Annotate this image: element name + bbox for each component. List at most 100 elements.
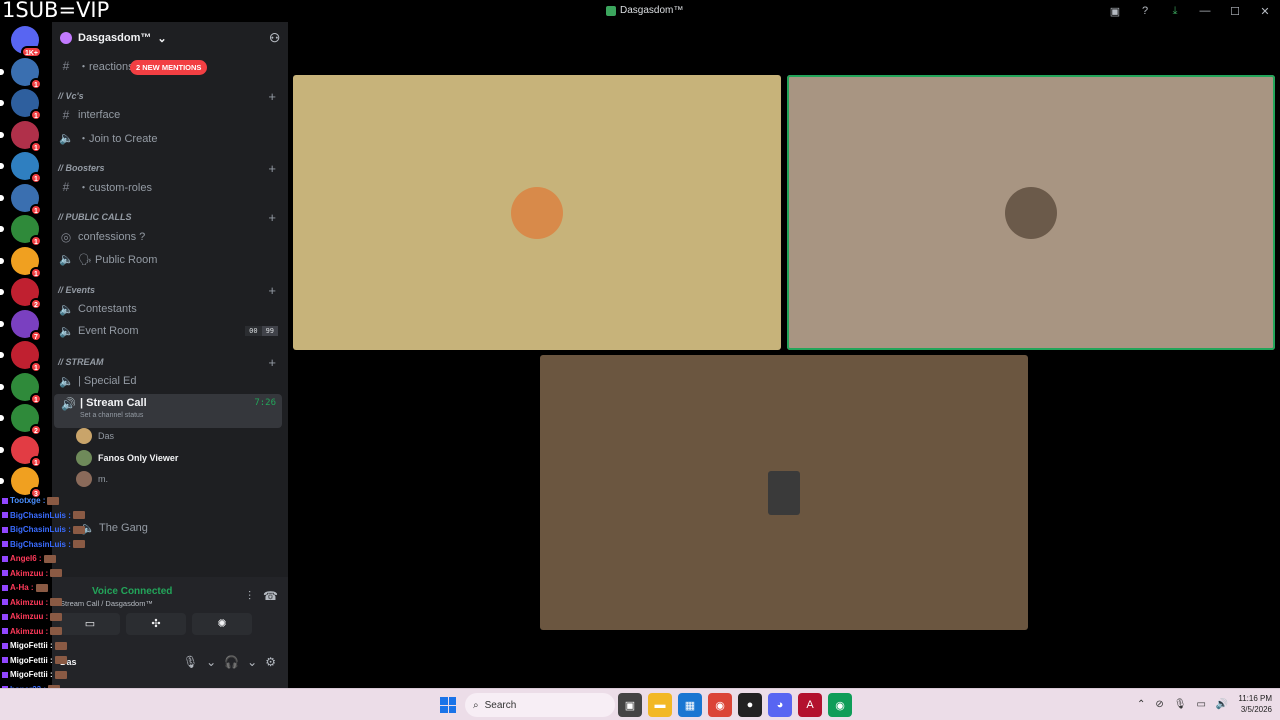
server-server-avatar[interactable]: 1: [0, 120, 42, 153]
user-controls: 🎙 ⌄ 🎧 ⌄ ⚙: [183, 655, 276, 669]
add-channel-icon[interactable]: +: [268, 89, 276, 104]
voice-user[interactable]: m.: [76, 469, 108, 489]
add-channel-icon[interactable]: +: [268, 355, 276, 370]
category-vcs[interactable]: // Vc's +: [58, 89, 284, 104]
channel-event-room[interactable]: 🔈 Event Room 00 99: [52, 322, 284, 340]
channel-interface[interactable]: # interface: [52, 106, 284, 124]
channel-contestants[interactable]: 🔈 Contestants: [52, 300, 284, 318]
channel-label: | Special Ed: [78, 375, 137, 387]
disconnect-icon[interactable]: ☎: [263, 589, 278, 604]
stage-icon: ◎: [60, 230, 72, 244]
start-button[interactable]: [440, 697, 456, 713]
add-member-icon[interactable]: ⚇: [269, 31, 280, 45]
maximize-button[interactable]: ☐: [1220, 5, 1250, 18]
unread-pill: [0, 289, 4, 295]
channel-label: confessions ?: [78, 231, 146, 243]
channel-public-room[interactable]: 🔈 🗣 Public Room: [52, 250, 284, 268]
channel-stream-call[interactable]: 🔊 | Stream Call Set a channel status 7:2…: [54, 394, 282, 428]
minimize-button[interactable]: —: [1190, 5, 1220, 17]
activities-button[interactable]: ✣: [126, 613, 186, 635]
clock[interactable]: 11:16 PM 3/5/2026: [1238, 693, 1272, 715]
channel-join-to-create[interactable]: 🔈 ・Join to Create: [52, 129, 284, 147]
obs-icon[interactable]: ●: [738, 693, 762, 717]
server-server-avatar[interactable]: 2: [0, 404, 42, 436]
task-view-icon[interactable]: ▣: [618, 693, 642, 717]
speaker-icon: 🔈: [59, 324, 74, 338]
mention-badge: 1: [30, 361, 42, 373]
vpn-icon[interactable]: ⊘: [1155, 699, 1163, 710]
channel-special-ed[interactable]: 🔈 | Special Ed: [52, 372, 284, 390]
server-server-avatar[interactable]: 1: [0, 246, 42, 279]
video-tile-1[interactable]: [293, 75, 781, 350]
unread-pill: [0, 194, 4, 201]
category-events[interactable]: // Events +: [58, 283, 284, 298]
server-server-avatar[interactable]: 2: [0, 278, 42, 310]
close-button[interactable]: ✕: [1250, 5, 1280, 18]
channel-custom-roles[interactable]: # ・custom-roles: [52, 178, 284, 196]
guild-header[interactable]: Dasgasdom™ ⌄ ⚇: [52, 22, 288, 54]
microphone-icon[interactable]: 🎙: [1174, 699, 1187, 710]
chat-username: Akimzuu :: [10, 568, 49, 578]
server-server-avatar[interactable]: 1: [0, 89, 42, 121]
noise-suppression-icon[interactable]: ⫶: [248, 589, 251, 604]
headphones-icon[interactable]: 🎧: [224, 655, 239, 669]
unread-pill: [0, 131, 4, 138]
server-server-avatar[interactable]: 1: [0, 152, 42, 184]
chevron-down-icon[interactable]: ⌄: [206, 655, 216, 669]
network-icon[interactable]: ▭: [1196, 699, 1205, 710]
search-icon: ⌕: [473, 699, 479, 711]
server-server-avatar[interactable]: 1: [0, 341, 42, 373]
server-server-avatar[interactable]: 7: [0, 309, 42, 342]
voice-user[interactable]: Fanos Only Viewer: [76, 448, 178, 468]
channel-label: Event Room: [78, 325, 139, 337]
video-tile-3[interactable]: [540, 355, 1028, 630]
help-icon[interactable]: ?: [1130, 5, 1160, 17]
store-icon[interactable]: ▦: [678, 693, 702, 717]
server-server-avatar[interactable]: 3: [0, 467, 42, 499]
inbox-icon[interactable]: ▣: [1100, 5, 1130, 18]
server-server-avatar[interactable]: 1: [0, 57, 42, 90]
file-explorer-icon[interactable]: ▬: [648, 693, 672, 717]
video-tile-2[interactable]: [787, 75, 1275, 350]
adobe-icon[interactable]: A: [798, 693, 822, 717]
user-limit-counter: 00 99: [245, 326, 278, 336]
speaker-icon: 🔈: [59, 131, 74, 145]
chat-message: Angel6 :: [2, 554, 56, 563]
discord-icon[interactable]: ◕: [768, 693, 792, 717]
chat-message: Akimzuu :: [2, 627, 63, 636]
volume-icon[interactable]: 🔊: [1216, 699, 1228, 710]
new-mentions-pill[interactable]: 2 NEW MENTIONS: [130, 60, 208, 75]
gear-icon[interactable]: ⚙: [265, 655, 276, 669]
add-channel-icon[interactable]: +: [268, 161, 276, 176]
chrome-icon[interactable]: ◉: [708, 693, 732, 717]
badge-icon: [2, 671, 8, 678]
chat-message: MigoFettii :: [2, 670, 67, 679]
server-server-avatar[interactable]: 1: [0, 183, 42, 216]
chat-username: MigoFettii :: [10, 670, 53, 679]
taskbar-search[interactable]: ⌕ Search: [465, 693, 615, 717]
taskbar: ⌕ Search ▣ ▬ ▦ ◉ ● ◕ A ◉ ⌃ ⊘ 🎙 ▭ 🔊 11:16…: [0, 688, 1280, 720]
chevron-down-icon[interactable]: ⌄: [247, 655, 257, 669]
unread-pill: [0, 257, 4, 264]
category-stream[interactable]: // STREAM +: [58, 355, 284, 370]
server-server-avatar[interactable]: 1: [0, 435, 42, 468]
server-discord-icon[interactable]: 1K+: [11, 26, 42, 58]
microphone-icon[interactable]: 🎙: [183, 655, 198, 669]
category-boosters[interactable]: // Boosters +: [58, 161, 284, 176]
server-server-avatar[interactable]: 1: [0, 215, 42, 247]
server-server-avatar[interactable]: 1: [0, 372, 42, 405]
channel-status[interactable]: Set a channel status: [80, 412, 143, 419]
chat-message: BigChasinLuis :: [2, 525, 85, 534]
chrome-icon[interactable]: ◉: [828, 693, 852, 717]
chat-username: BigChasinLuis :: [10, 525, 71, 534]
download-icon[interactable]: ⤓: [1160, 5, 1190, 18]
soundboard-button[interactable]: ✺: [192, 613, 252, 635]
category-public-calls[interactable]: // PUBLIC CALLS +: [58, 210, 284, 225]
voice-user[interactable]: Das: [76, 426, 114, 446]
add-channel-icon[interactable]: +: [268, 210, 276, 225]
unread-pill: [0, 478, 4, 484]
emote-icon: [72, 540, 85, 548]
add-channel-icon[interactable]: +: [268, 283, 276, 298]
channel-confessions[interactable]: ◎ confessions ?: [52, 228, 284, 246]
chevron-up-icon[interactable]: ⌃: [1137, 699, 1145, 710]
